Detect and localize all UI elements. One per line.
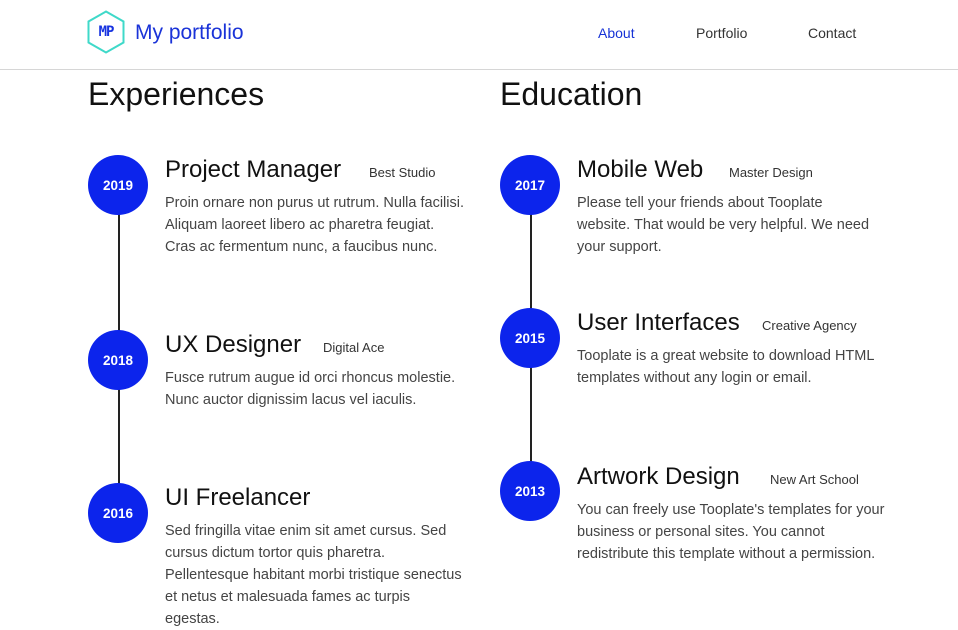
year-badge: 2016: [88, 483, 148, 543]
education-title: User Interfaces: [577, 309, 740, 336]
nav-contact[interactable]: Contact: [808, 25, 856, 41]
logo-link[interactable]: MP My portfolio: [87, 10, 244, 54]
experience-description: Fusce rutrum augue id orci rhoncus moles…: [165, 370, 456, 408]
education-title: Mobile Web: [577, 156, 704, 183]
brand-name[interactable]: My portfolio: [135, 22, 244, 43]
year-badge: 2019: [88, 155, 148, 215]
experience-description: Sed fringilla vitae enim sit amet cursus…: [165, 523, 462, 627]
education-description: Tooplate is a great website to download …: [577, 348, 874, 386]
logo-monogram: MP: [98, 24, 115, 40]
experience-title: UX Designer: [165, 331, 302, 358]
education-title: Education: [500, 76, 643, 112]
year-badge: 2013: [500, 461, 560, 521]
nav-about[interactable]: About: [598, 25, 635, 41]
education-title: Artwork Design: [577, 463, 740, 490]
year-badge: 2018: [88, 330, 148, 390]
logo-hexagon-icon: MP: [87, 10, 125, 54]
education-description: Please tell your friends about Tooplate …: [577, 195, 870, 255]
nav-portfolio[interactable]: Portfolio: [696, 25, 747, 41]
experiences-title: Experiences: [88, 76, 265, 112]
year-badge: 2017: [500, 155, 560, 215]
education-org: New Art School: [770, 472, 859, 487]
experience-title: Project Manager: [165, 156, 342, 183]
experience-title: UI Freelancer: [165, 484, 311, 511]
site-header: MP My portfolio About Portfolio Contact: [0, 0, 958, 70]
experience-org: Best Studio: [369, 165, 436, 180]
education-description: You can freely use Tooplate's templates …: [577, 502, 885, 562]
education-org: Creative Agency: [762, 318, 857, 333]
education-org: Master Design: [729, 165, 813, 180]
year-badge: 2015: [500, 308, 560, 368]
experience-description: Proin ornare non purus ut rutrum. Nulla …: [165, 195, 464, 255]
experience-org: Digital Ace: [323, 340, 385, 355]
